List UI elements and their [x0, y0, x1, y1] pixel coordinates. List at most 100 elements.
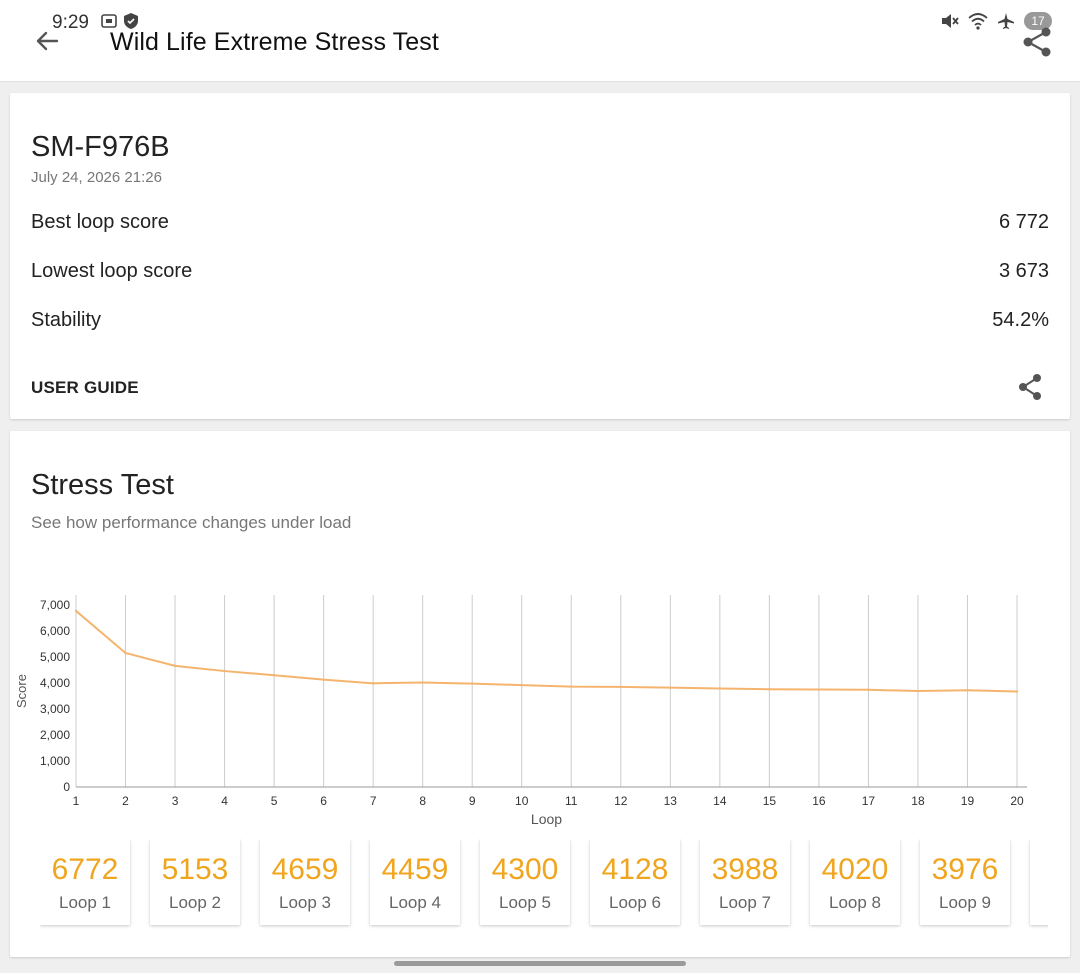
- data-point: [966, 689, 969, 692]
- loop-score: 5153: [161, 853, 229, 886]
- loop-score: 3988: [711, 853, 779, 886]
- page-title: Wild Life Extreme Stress Test: [110, 28, 439, 56]
- stability-row: Stability 54.2%: [31, 309, 1049, 332]
- y-tick-label: 4,000: [40, 676, 70, 690]
- x-tick-label: 9: [469, 794, 476, 808]
- y-tick-label: 3,000: [40, 702, 70, 716]
- data-point: [718, 687, 722, 690]
- loop-score: 4659: [271, 853, 339, 886]
- device-name: SM-F976B: [31, 131, 170, 163]
- airplane-icon: [998, 13, 1014, 29]
- gesture-handle[interactable]: [394, 961, 686, 966]
- data-point: [223, 669, 226, 673]
- x-tick-label: 10: [515, 794, 529, 808]
- data-point: [817, 688, 821, 691]
- loop-tile[interactable]: 3L: [1030, 839, 1048, 925]
- test-date: July 24, 2026 21:26: [31, 169, 162, 186]
- x-tick-label: 12: [614, 794, 628, 808]
- series-line: [75, 610, 1018, 693]
- stress-test-subtitle: See how performance changes under load: [31, 513, 352, 532]
- back-button[interactable]: [30, 26, 64, 56]
- wifi-icon: [968, 13, 988, 30]
- y-tick-label: 2,000: [40, 728, 70, 742]
- data-point: [322, 678, 325, 681]
- x-tick-label: 1: [73, 794, 80, 808]
- x-tick-label: 4: [221, 794, 228, 808]
- loop-tile[interactable]: 3976 Loop 9: [920, 839, 1010, 925]
- data-point: [867, 688, 870, 691]
- data-point: [74, 609, 78, 613]
- user-guide-button[interactable]: USER GUIDE: [31, 378, 139, 398]
- data-point: [619, 685, 622, 689]
- loop-tile[interactable]: 6772 Loop 1: [40, 839, 130, 925]
- x-tick-label: 2: [122, 794, 129, 808]
- data-point: [669, 686, 672, 689]
- data-point: [173, 664, 177, 668]
- back-arrow-icon: [36, 31, 59, 51]
- best-loop-value: 6 772: [998, 211, 1049, 233]
- stability-label: Stability: [31, 309, 102, 331]
- loop-label: Loop 7: [719, 893, 771, 912]
- data-point: [471, 682, 474, 685]
- x-axis-label: Loop: [531, 811, 562, 827]
- loop-tile[interactable]: 3988 Loop 7: [700, 839, 790, 925]
- loop-score: 6772: [51, 853, 119, 886]
- loop-tile[interactable]: 5153 Loop 2: [150, 839, 240, 925]
- x-tick-label: 18: [911, 794, 925, 808]
- y-tick-label: 0: [63, 780, 70, 794]
- x-tick-label: 7: [370, 794, 377, 808]
- y-tick-label: 6,000: [40, 624, 70, 638]
- x-tick-label: 11: [565, 794, 578, 808]
- app-bar: 9:29 17 Wild Life Extreme Stress Test: [0, 0, 1080, 82]
- data-point: [520, 683, 523, 687]
- y-axis-label: Score: [14, 674, 29, 708]
- x-tick-label: 17: [862, 794, 876, 808]
- best-loop-row: Best loop score 6 772: [31, 211, 1049, 234]
- data-point: [1015, 690, 1019, 693]
- x-tick-label: 14: [713, 794, 727, 808]
- data-point: [421, 681, 424, 684]
- share-icon[interactable]: [1020, 26, 1054, 58]
- loop-label: Loop 5: [499, 893, 551, 912]
- loop-label: Loop 9: [939, 893, 991, 912]
- x-tick-label: 6: [320, 794, 327, 808]
- mute-icon: [942, 14, 959, 28]
- loop-label: Loop 8: [829, 893, 881, 912]
- loop-label: Loop 3: [279, 893, 331, 912]
- loop-tile[interactable]: 4128 Loop 6: [590, 839, 680, 925]
- x-tick-label: 20: [1010, 794, 1024, 808]
- x-tick-label: 8: [419, 794, 426, 808]
- x-tick-label: 16: [812, 794, 826, 808]
- loop-tile[interactable]: 4300 Loop 5: [480, 839, 570, 925]
- loop-label: Loop 1: [59, 893, 111, 912]
- x-tick-label: 3: [172, 794, 179, 808]
- stress-test-title: Stress Test: [31, 469, 174, 501]
- loop-score: 3976: [931, 853, 999, 886]
- lowest-loop-value: 3 673: [998, 260, 1049, 282]
- loop-score: 4128: [601, 853, 669, 886]
- x-tick-label: 5: [271, 794, 278, 808]
- loop-score: 4459: [381, 853, 449, 886]
- stability-value: 54.2%: [992, 309, 1049, 331]
- stress-test-card: Stress Test See how performance changes …: [10, 431, 1070, 957]
- best-loop-label: Best loop score: [31, 211, 169, 233]
- loop-label: Loop 4: [389, 893, 441, 912]
- loop-tile[interactable]: 4459 Loop 4: [370, 839, 460, 925]
- data-point: [916, 689, 920, 693]
- loop-tile[interactable]: 4659 Loop 3: [260, 839, 350, 925]
- loop-score-list[interactable]: 6772 Loop 1 5153 Loop 2 4659 Loop 3 4459 Loop 4…: [40, 839, 1048, 929]
- loop-score: 4020: [821, 853, 889, 886]
- data-point: [570, 685, 573, 688]
- summary-card: SM-F976B July 24, 2026 21:26 Best loop s…: [10, 93, 1070, 419]
- lowest-loop-label: Lowest loop score: [31, 260, 193, 282]
- data-point: [371, 682, 375, 685]
- x-tick-label: 13: [664, 794, 678, 808]
- loop-tile[interactable]: 4020 Loop 8: [810, 839, 900, 925]
- lowest-loop-row: Lowest loop score 3 673: [31, 260, 1049, 283]
- loop-score: 4300: [491, 853, 559, 886]
- card-share-icon[interactable]: [1016, 373, 1044, 401]
- stress-line-chart: 01,0002,0003,0004,0005,0006,0007,0001 2 3 4…: [14, 595, 1027, 827]
- x-tick-label: 19: [961, 794, 975, 808]
- x-tick-label: 15: [763, 794, 777, 808]
- data-point: [768, 688, 771, 691]
